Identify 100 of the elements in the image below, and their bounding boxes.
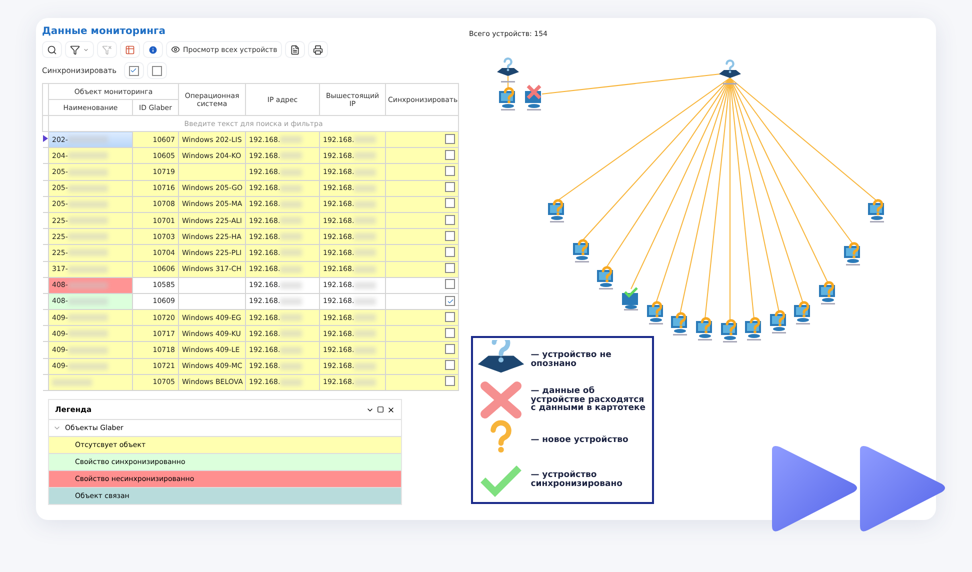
blurred-text <box>280 136 302 144</box>
check-all-button[interactable] <box>124 62 144 79</box>
sync-checkbox[interactable] <box>445 344 456 354</box>
blurred-text <box>68 200 108 208</box>
key-text: — новое устройство <box>530 436 630 444</box>
blurred-text <box>280 249 302 256</box>
blurred-text <box>280 168 302 176</box>
blurred-text <box>52 378 92 386</box>
blurred-text <box>354 200 376 208</box>
blurred-text <box>68 282 108 289</box>
blurred-text <box>354 346 376 354</box>
computer-node[interactable] <box>770 310 786 334</box>
computer-node[interactable] <box>819 281 835 304</box>
blurred-text <box>354 314 376 322</box>
search-button[interactable] <box>42 41 62 58</box>
blurred-text <box>354 266 376 273</box>
computer-node[interactable] <box>573 239 589 262</box>
key-text: — данные об устройстве расходятся с данными в картотеке <box>530 386 647 414</box>
computer-node[interactable] <box>671 312 687 336</box>
sync-checkbox[interactable] <box>445 214 456 225</box>
computer-node[interactable] <box>647 301 663 324</box>
uncheck-all-button[interactable] <box>146 62 167 79</box>
blurred-text <box>354 330 376 338</box>
computer-node[interactable] <box>499 87 515 110</box>
export-button[interactable] <box>285 41 306 58</box>
blurred-text <box>280 362 302 370</box>
row-pointer-icon <box>42 135 48 142</box>
sync-checkbox[interactable] <box>445 376 456 386</box>
expand-icon[interactable] <box>53 424 61 432</box>
info-button[interactable] <box>143 41 163 58</box>
network-device-node[interactable] <box>497 58 519 82</box>
computer-node[interactable] <box>721 319 737 342</box>
computer-node[interactable] <box>868 199 884 222</box>
blurred-text <box>354 249 376 256</box>
blurred-text <box>354 362 376 370</box>
blurred-text <box>280 200 302 208</box>
blurred-text <box>68 233 108 240</box>
blurred-text <box>354 217 376 224</box>
blurred-text <box>68 168 108 176</box>
sync-checkbox[interactable] <box>445 150 456 160</box>
blurred-text <box>68 362 108 370</box>
blurred-text <box>280 233 302 240</box>
blurred-text <box>280 314 302 322</box>
sync-checkbox[interactable] <box>445 166 456 176</box>
blurred-text <box>280 346 302 354</box>
close-icon[interactable] <box>387 406 395 414</box>
filter-clear-icon <box>102 44 112 54</box>
sync-checkbox[interactable] <box>445 263 456 274</box>
computer-node[interactable] <box>794 301 810 324</box>
computer-node[interactable] <box>745 317 761 340</box>
blurred-text <box>68 330 108 338</box>
sync-checkbox[interactable] <box>445 279 456 290</box>
blurred-text <box>280 184 302 192</box>
computer-node[interactable] <box>548 199 564 222</box>
sync-checkbox[interactable] <box>445 198 456 208</box>
key-text: — устройство синхронизировано <box>530 471 624 489</box>
blurred-text <box>354 233 376 240</box>
blurred-text <box>280 152 302 160</box>
info-icon <box>148 44 158 54</box>
blurred-text <box>68 184 108 192</box>
blurred-text <box>280 378 302 386</box>
blurred-text <box>68 217 108 224</box>
blurred-text <box>68 266 108 273</box>
caret-icon <box>83 46 89 52</box>
filter-icon <box>70 44 80 54</box>
blurred-text <box>68 346 108 354</box>
sync-checkbox[interactable] <box>445 246 456 257</box>
computer-node[interactable] <box>844 242 860 266</box>
sync-checkbox[interactable] <box>445 328 456 338</box>
blurred-text <box>68 314 108 322</box>
table-cell <box>178 277 246 294</box>
printer-icon <box>313 44 324 54</box>
blurred-text <box>354 378 376 386</box>
filter-button[interactable] <box>65 41 94 58</box>
sync-checkbox[interactable] <box>445 134 456 144</box>
maximize-icon[interactable] <box>377 406 384 413</box>
sync-checkbox[interactable] <box>445 312 456 322</box>
blurred-text <box>354 136 376 144</box>
blurred-text <box>354 152 376 160</box>
sync-checkbox[interactable] <box>445 296 456 306</box>
computer-node[interactable] <box>525 84 542 110</box>
network-device-node[interactable] <box>719 60 741 84</box>
computer-node[interactable] <box>597 266 613 290</box>
table-cell <box>178 293 246 310</box>
blurred-text <box>68 249 108 256</box>
document-icon <box>290 44 300 54</box>
blurred-text <box>354 282 376 289</box>
blurred-text <box>68 136 108 144</box>
print-button[interactable] <box>308 41 328 58</box>
panel-title: Данные мониторинга <box>42 26 166 37</box>
eye-icon <box>171 45 180 54</box>
blurred-text <box>280 330 302 338</box>
table-cell <box>178 164 246 180</box>
computer-node[interactable] <box>696 317 712 340</box>
blurred-text <box>280 298 302 306</box>
sync-checkbox[interactable] <box>445 230 456 241</box>
columns-button[interactable] <box>120 41 140 58</box>
sync-checkbox[interactable] <box>445 360 456 370</box>
sync-checkbox[interactable] <box>445 182 456 192</box>
computer-node[interactable] <box>622 287 638 310</box>
